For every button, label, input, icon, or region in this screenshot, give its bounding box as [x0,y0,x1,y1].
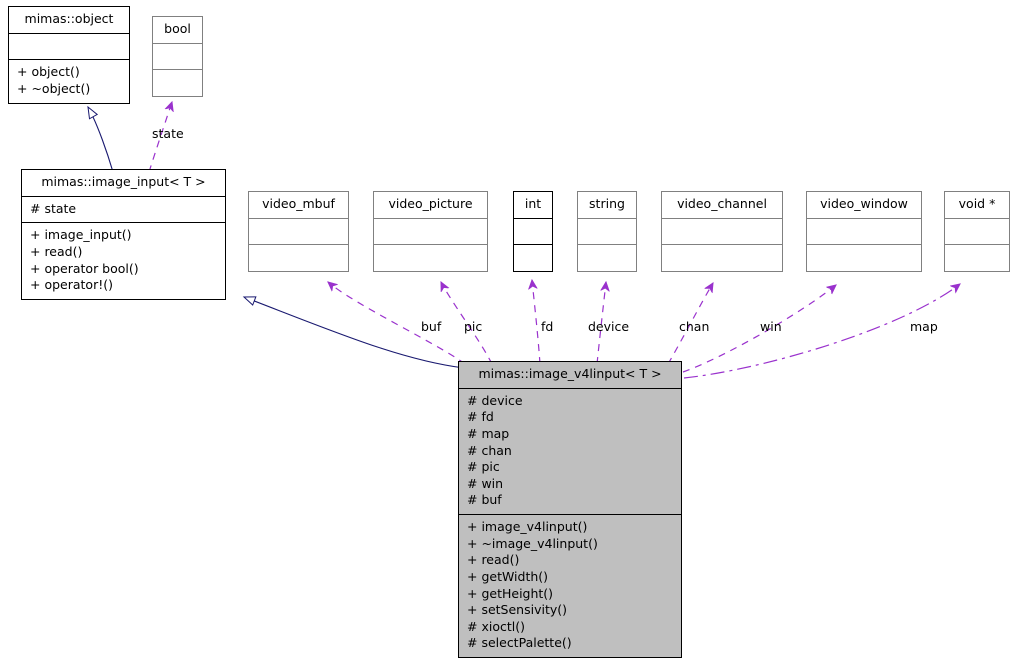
class-title: mimas::object [24,11,114,26]
operation: + getHeight() [467,585,554,601]
type-attributes [945,217,1009,245]
edge-label-fd: fd [541,319,554,334]
type-operations [374,244,487,271]
edge-label-state: state [152,126,184,141]
uml-class-diagram: mimas::object + object() + ~object() boo… [0,0,1018,658]
operation: + read() [30,243,83,259]
attribute: # chan [467,442,512,458]
edge-label-win: win [760,319,782,334]
type-operations [578,244,636,271]
operation: + object() [17,64,80,80]
operation: # selectPalette() [467,635,572,651]
type-node-video-picture[interactable]: video_picture [373,191,488,272]
attribute: # device [467,392,523,408]
operation: + read() [467,552,520,568]
type-node-bool[interactable]: bool [152,16,203,97]
attribute: # pic [467,459,500,475]
class-attributes [9,32,129,60]
edge-label-buf: buf [421,319,442,334]
type-title: bool [164,21,191,36]
attribute: # win [467,475,504,491]
edge-label-map: map [910,319,938,334]
type-attributes [662,217,782,245]
type-title: video_picture [388,196,473,211]
class-node-mimas-image-v4linput[interactable]: mimas::image_v4linput< T > # device # fd… [458,361,682,658]
operation: + getWidth() [467,568,549,584]
type-node-video-channel[interactable]: video_channel [661,191,783,272]
type-operations [807,244,921,271]
edge-label-device: device [588,319,630,334]
operation: + operator bool() [30,260,139,276]
class-operations: + image_input() + read() + operator bool… [22,222,225,299]
edge-label-chan: chan [679,319,710,334]
attribute: # buf [467,492,502,508]
type-attributes [374,217,487,245]
class-title: mimas::image_v4linput< T > [459,362,681,388]
type-title: video_window [820,196,908,211]
type-operations [249,244,348,271]
type-attributes [578,217,636,245]
operation: + ~image_v4linput() [467,535,598,551]
attribute: # fd [467,409,494,425]
operation: + image_v4linput() [467,519,588,534]
type-operations [514,244,552,271]
type-node-video-window[interactable]: video_window [806,191,922,272]
type-attributes [514,217,552,245]
type-attributes [153,42,202,70]
edge-usage-buf [328,282,466,365]
attribute: # state [30,200,77,216]
type-node-int[interactable]: int [513,191,553,272]
class-operations: + image_v4linput() + ~image_v4linput() +… [459,514,681,657]
type-operations [662,244,782,271]
type-title: void * [958,196,996,211]
operation: # xioctl() [467,618,525,634]
type-title: video_mbuf [262,196,335,211]
type-attributes [807,217,921,245]
operation: + operator!() [30,277,113,293]
class-operations: + object() + ~object() [9,59,129,102]
edge-usage-fd [532,280,541,365]
type-title: string [589,196,625,211]
class-attributes: # state [22,195,225,223]
operation: + ~object() [17,80,91,96]
type-title: int [524,196,542,211]
operation: + image_input() [30,227,132,243]
type-operations [153,69,202,96]
type-title: video_channel [677,196,767,211]
type-node-void-pointer[interactable]: void * [944,191,1010,272]
class-attributes: # device # fd # map # chan # pic # win #… [459,387,681,514]
class-node-mimas-image-input[interactable]: mimas::image_input< T > # state + image_… [21,169,226,300]
edge-inheritance-object [87,105,114,173]
type-operations [945,244,1009,271]
operation: + setSensivity() [467,602,568,618]
type-attributes [249,217,348,245]
type-node-string[interactable]: string [577,191,637,272]
class-title: mimas::image_input< T > [41,174,206,189]
type-node-video-mbuf[interactable]: video_mbuf [248,191,349,272]
class-node-mimas-object[interactable]: mimas::object + object() + ~object() [8,6,130,104]
attribute: # map [467,425,510,441]
edge-label-pic: pic [464,319,483,334]
